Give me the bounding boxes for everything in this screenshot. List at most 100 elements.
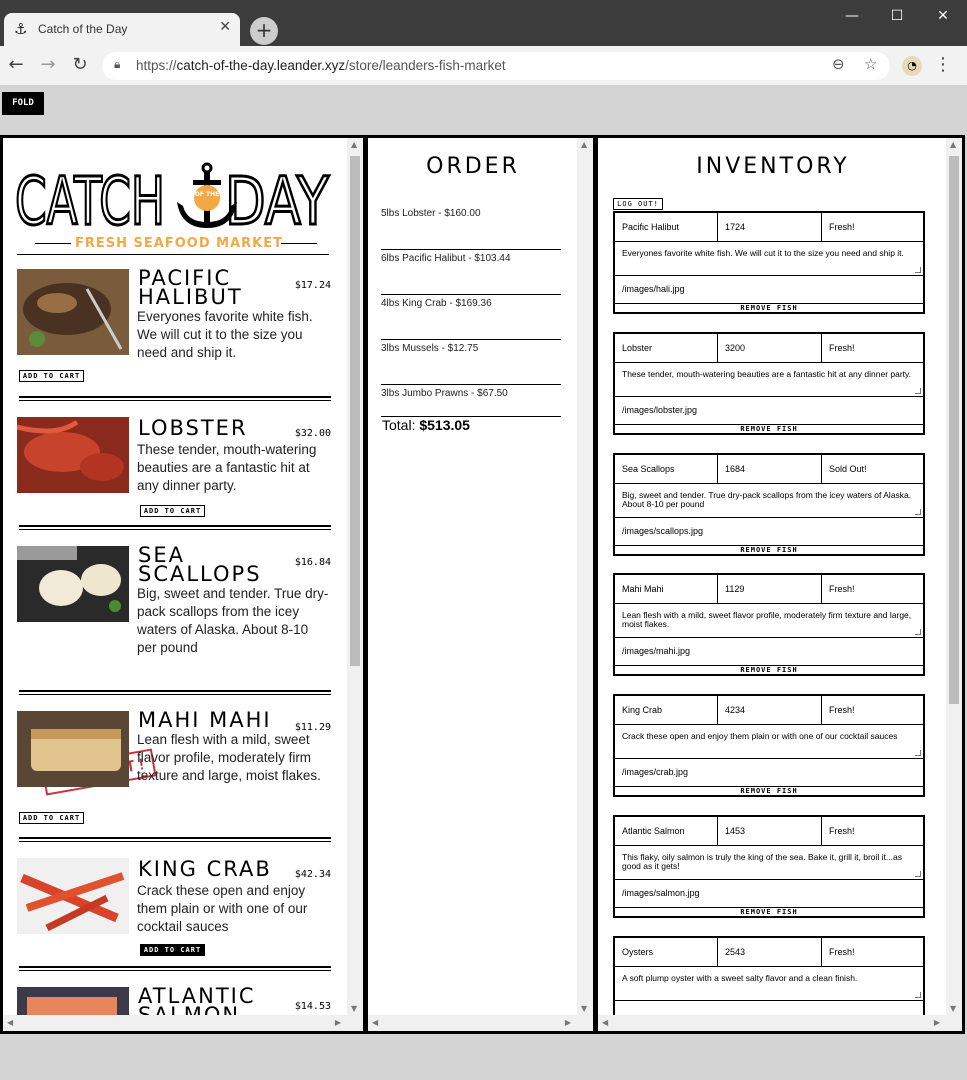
inventory-row: Oysters 2543 Fresh! xyxy=(615,938,923,967)
order-line-item: 4lbs King Crab - $169.36 xyxy=(381,295,561,340)
divider xyxy=(19,525,331,530)
resize-handle-icon[interactable] xyxy=(915,871,921,877)
fish-price-input[interactable]: 1129 xyxy=(717,575,821,603)
fold-button[interactable]: FOLD xyxy=(2,92,44,115)
divider xyxy=(19,396,331,401)
fish-description-textarea[interactable]: Everyones favorite white fish. We will c… xyxy=(615,242,923,276)
inventory-row: Atlantic Salmon 1453 Fresh! xyxy=(615,817,923,846)
remove-fish-button[interactable]: REMOVE FISH xyxy=(615,666,923,674)
remove-fish-button[interactable]: REMOVE FISH xyxy=(615,908,923,916)
fish-image-input[interactable]: /images/mahi.jpg xyxy=(615,638,923,666)
fish-image-input[interactable]: /images/salmon.jpg xyxy=(615,880,923,908)
fish-price-input[interactable]: 3200 xyxy=(717,334,821,362)
fish-description-textarea[interactable]: These tender, mouth-watering beauties ar… xyxy=(615,363,923,397)
fish-status-select[interactable]: Fresh! xyxy=(821,213,925,241)
order-horizontal-scrollbar[interactable]: ◀ ▶ xyxy=(368,1015,593,1031)
resize-handle-icon[interactable] xyxy=(915,629,921,635)
lock-icon: 🔒︎ xyxy=(114,57,121,71)
fish-name-input[interactable]: Lobster xyxy=(615,334,717,362)
add-to-cart-button[interactable]: ADD TO CART xyxy=(19,812,84,824)
remove-fish-button[interactable]: REMOVE FISH xyxy=(615,787,923,795)
add-to-cart-button[interactable]: ADD TO CART xyxy=(140,944,205,956)
order-line-item: 6lbs Pacific Halibut - $103.44 xyxy=(381,250,561,295)
resize-handle-icon[interactable] xyxy=(915,992,921,998)
minimize-icon[interactable]: — xyxy=(837,5,867,29)
forward-icon[interactable]: → xyxy=(36,54,60,78)
fish-description-textarea[interactable]: A soft plump oyster with a sweet salty f… xyxy=(615,967,923,1001)
menu-vertical-scrollbar[interactable]: ▲ ▼ xyxy=(347,138,363,1015)
fish-description-textarea[interactable]: Lean flesh with a mild, sweet flavor pro… xyxy=(615,604,923,638)
maximize-icon[interactable]: ☐ xyxy=(882,5,912,29)
log-out-button[interactable]: LOG OUT! xyxy=(613,198,663,210)
fish-price-input[interactable]: 4234 xyxy=(717,696,821,724)
fish-description-textarea[interactable]: Big, sweet and tender. True dry-pack sca… xyxy=(615,484,923,518)
scrollbar-thumb[interactable] xyxy=(949,156,959,704)
fish-name-input[interactable]: Sea Scallops xyxy=(615,455,717,483)
new-tab-button[interactable]: + xyxy=(250,17,278,45)
order-vertical-scrollbar[interactable]: ▲ ▼ xyxy=(577,138,593,1015)
close-window-icon[interactable]: ✕ xyxy=(928,5,958,29)
fish-status-select[interactable]: Sold Out! xyxy=(821,455,925,483)
resize-handle-icon[interactable] xyxy=(915,267,921,273)
address-bar[interactable]: 🔒︎ https://catch-of-the-day.leander.xyz/… xyxy=(102,52,890,80)
fish-image-input[interactable]: /images/scallops.jpg xyxy=(615,518,923,546)
fish-image-input[interactable]: /images/crab.jpg xyxy=(615,759,923,787)
divider xyxy=(281,243,317,244)
inventory-horizontal-scrollbar[interactable]: ◀ ▶ xyxy=(598,1015,962,1031)
halibut-photo xyxy=(17,269,129,355)
order-total-value: $513.05 xyxy=(419,417,470,433)
inventory-fish-form: King Crab 4234 Fresh! Crack these open and … xyxy=(613,694,925,797)
resize-handle-icon[interactable] xyxy=(915,509,921,515)
fish-description-textarea[interactable]: This flaky, oily salmon is truly the kin… xyxy=(615,846,923,880)
extension-icon[interactable]: ◔ xyxy=(902,56,922,76)
fish-status-select[interactable]: Fresh! xyxy=(821,696,925,724)
reload-icon[interactable]: ↻ xyxy=(68,54,92,78)
inventory-title: INVENTORY xyxy=(696,154,850,179)
browser-menu-icon[interactable]: ⋮ xyxy=(934,54,952,75)
fish-name-input[interactable]: Pacific Halibut xyxy=(615,213,717,241)
fish-name-input[interactable]: Oysters xyxy=(615,938,717,966)
fish-name-input[interactable]: Mahi Mahi xyxy=(615,575,717,603)
bookmark-star-icon[interactable]: ☆ xyxy=(864,55,877,73)
add-to-cart-button[interactable]: ADD TO CART xyxy=(19,370,84,382)
inventory-fish-form: Lobster 3200 Fresh! These tender, mouth-wat… xyxy=(613,332,925,435)
resize-handle-icon[interactable] xyxy=(915,388,921,394)
browser-tab[interactable]: ⚓ Catch of the Day ✕ xyxy=(4,13,240,46)
order-title: ORDER xyxy=(426,154,520,179)
fish-price: $42.34 xyxy=(294,869,331,880)
menu-horizontal-scrollbar[interactable]: ◀ ▶ xyxy=(3,1015,363,1031)
scrollbar-thumb[interactable] xyxy=(350,156,360,666)
fish-price-input[interactable]: 2543 xyxy=(717,938,821,966)
inventory-fish-form: Pacific Halibut 1724 Fresh! Everyones favor… xyxy=(613,211,925,314)
fish-status-select[interactable]: Fresh! xyxy=(821,817,925,845)
menu-item-pacific-halibut: Pacific Halibut $17.24 Everyones favorit… xyxy=(17,268,331,389)
fish-price-input[interactable]: 1724 xyxy=(717,213,821,241)
fish-image-input[interactable]: /images/lobster.jpg xyxy=(615,397,923,425)
fish-status-select[interactable]: Fresh! xyxy=(821,938,925,966)
fish-description: Crack these open and enjoy them plain or… xyxy=(137,883,308,934)
inventory-row: Sea Scallops 1684 Sold Out! xyxy=(615,455,923,484)
fish-image-input[interactable]: /images/hali.jpg xyxy=(615,276,923,304)
zoom-icon[interactable]: ⊖ xyxy=(832,55,845,73)
remove-fish-button[interactable]: REMOVE FISH xyxy=(615,304,923,312)
fish-price-input[interactable]: 1453 xyxy=(717,817,821,845)
fish-description-textarea[interactable]: Crack these open and enjoy them plain or… xyxy=(615,725,923,759)
resize-handle-icon[interactable] xyxy=(915,750,921,756)
remove-fish-button[interactable]: REMOVE FISH xyxy=(615,546,923,554)
fish-status-select[interactable]: Fresh! xyxy=(821,334,925,362)
fish-name-input[interactable]: King Crab xyxy=(615,696,717,724)
fish-name: Mahi Mahi xyxy=(138,708,272,732)
logo-tagline: FRESH SEAFOOD MARKET xyxy=(75,236,283,251)
anchor-icon: ⚓ xyxy=(14,20,28,38)
back-icon[interactable]: ← xyxy=(4,54,28,78)
fish-name-input[interactable]: Atlantic Salmon xyxy=(615,817,717,845)
svg-text:CATCH: CATCH xyxy=(15,163,165,240)
fish-price-input[interactable]: 1684 xyxy=(717,455,821,483)
inventory-vertical-scrollbar[interactable]: ▲ ▼ xyxy=(946,138,962,1015)
fish-status-select[interactable]: Fresh! xyxy=(821,575,925,603)
close-tab-icon[interactable]: ✕ xyxy=(219,19,231,35)
divider xyxy=(19,966,331,971)
catch-of-the-day-logo: CATCH DAY OF THE FRESH SEAFOOD MARKET xyxy=(15,162,333,258)
remove-fish-button[interactable]: REMOVE FISH xyxy=(615,425,923,433)
add-to-cart-button[interactable]: ADD TO CART xyxy=(140,505,205,517)
